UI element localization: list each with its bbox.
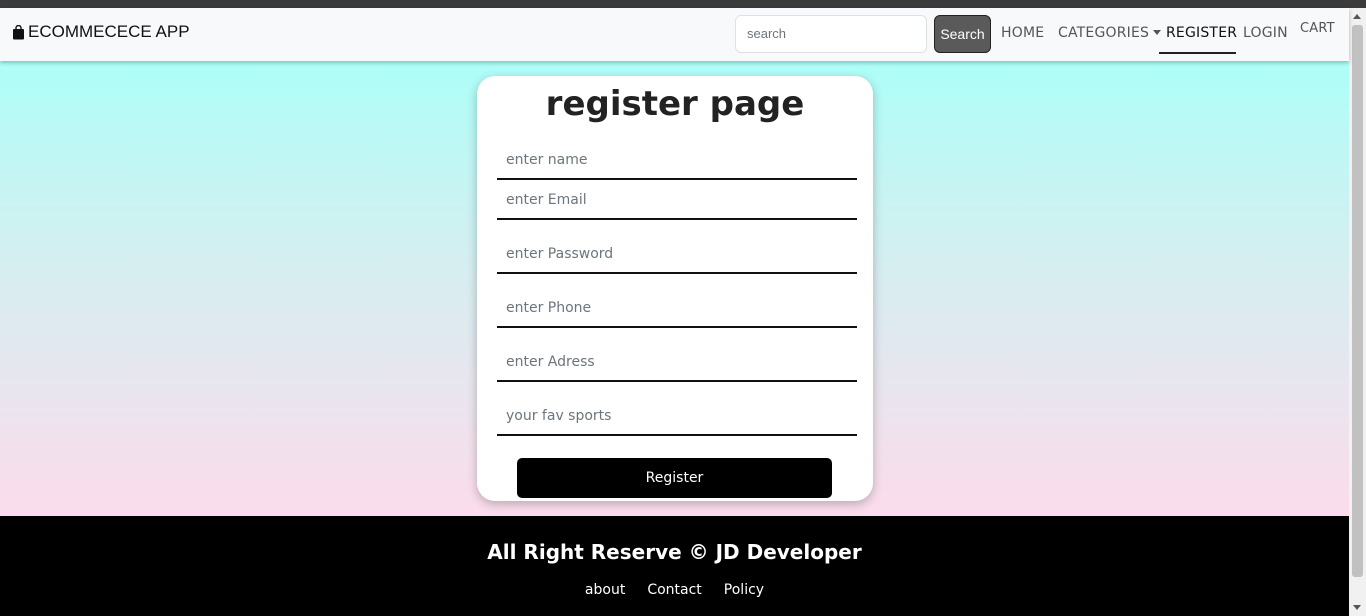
sports-answer-field[interactable]: your fav sports bbox=[497, 396, 857, 436]
nav-home-link[interactable]: HOME bbox=[1001, 25, 1044, 41]
main-content: register page enter name enter Email ent… bbox=[0, 61, 1349, 516]
nav-login-link[interactable]: LOGIN bbox=[1243, 25, 1288, 41]
register-form-card: register page enter name enter Email ent… bbox=[477, 76, 873, 501]
scroll-down-arrow-icon[interactable] bbox=[1353, 605, 1361, 610]
address-field[interactable]: enter Adress bbox=[497, 342, 857, 382]
search-button[interactable]: Search bbox=[934, 15, 991, 53]
shopping-bag-icon bbox=[13, 24, 24, 39]
footer-copyright: All Right Reserve © JD Developer bbox=[487, 540, 862, 564]
scrollbar-thumb[interactable] bbox=[1352, 25, 1363, 577]
nav-register-link[interactable]: REGISTER bbox=[1166, 25, 1237, 41]
footer-policy-link[interactable]: Policy bbox=[724, 582, 764, 598]
nav-categories-dropdown[interactable]: CATEGORIES bbox=[1058, 25, 1162, 41]
phone-field[interactable]: enter Phone bbox=[497, 288, 857, 328]
brand-name: ECOMMECECE APP bbox=[28, 22, 190, 41]
scroll-up-arrow-icon[interactable] bbox=[1353, 14, 1361, 19]
active-nav-underline bbox=[1159, 52, 1236, 54]
navbar: ECOMMECECE APP search Search HOME CATEGO… bbox=[0, 8, 1349, 61]
email-field[interactable]: enter Email bbox=[497, 180, 857, 220]
browser-top-strip bbox=[0, 0, 1366, 8]
vertical-scrollbar[interactable] bbox=[1349, 8, 1366, 616]
search-input[interactable]: search bbox=[735, 15, 927, 53]
page-title: register page bbox=[545, 84, 805, 124]
brand-link[interactable]: ECOMMECECE APP bbox=[12, 22, 190, 42]
footer: All Right Reserve © JD Developer about C… bbox=[0, 516, 1349, 616]
password-field[interactable]: enter Password bbox=[497, 234, 857, 274]
footer-links: about Contact Policy bbox=[0, 582, 1349, 598]
nav-cart-link[interactable]: CART bbox=[1300, 21, 1335, 36]
name-field[interactable]: enter name bbox=[497, 140, 857, 180]
register-button[interactable]: Register bbox=[517, 458, 832, 498]
nav-categories-label: CATEGORIES bbox=[1058, 25, 1150, 41]
footer-about-link[interactable]: about bbox=[585, 582, 625, 598]
footer-contact-link[interactable]: Contact bbox=[647, 582, 701, 598]
caret-down-icon bbox=[1153, 30, 1162, 35]
